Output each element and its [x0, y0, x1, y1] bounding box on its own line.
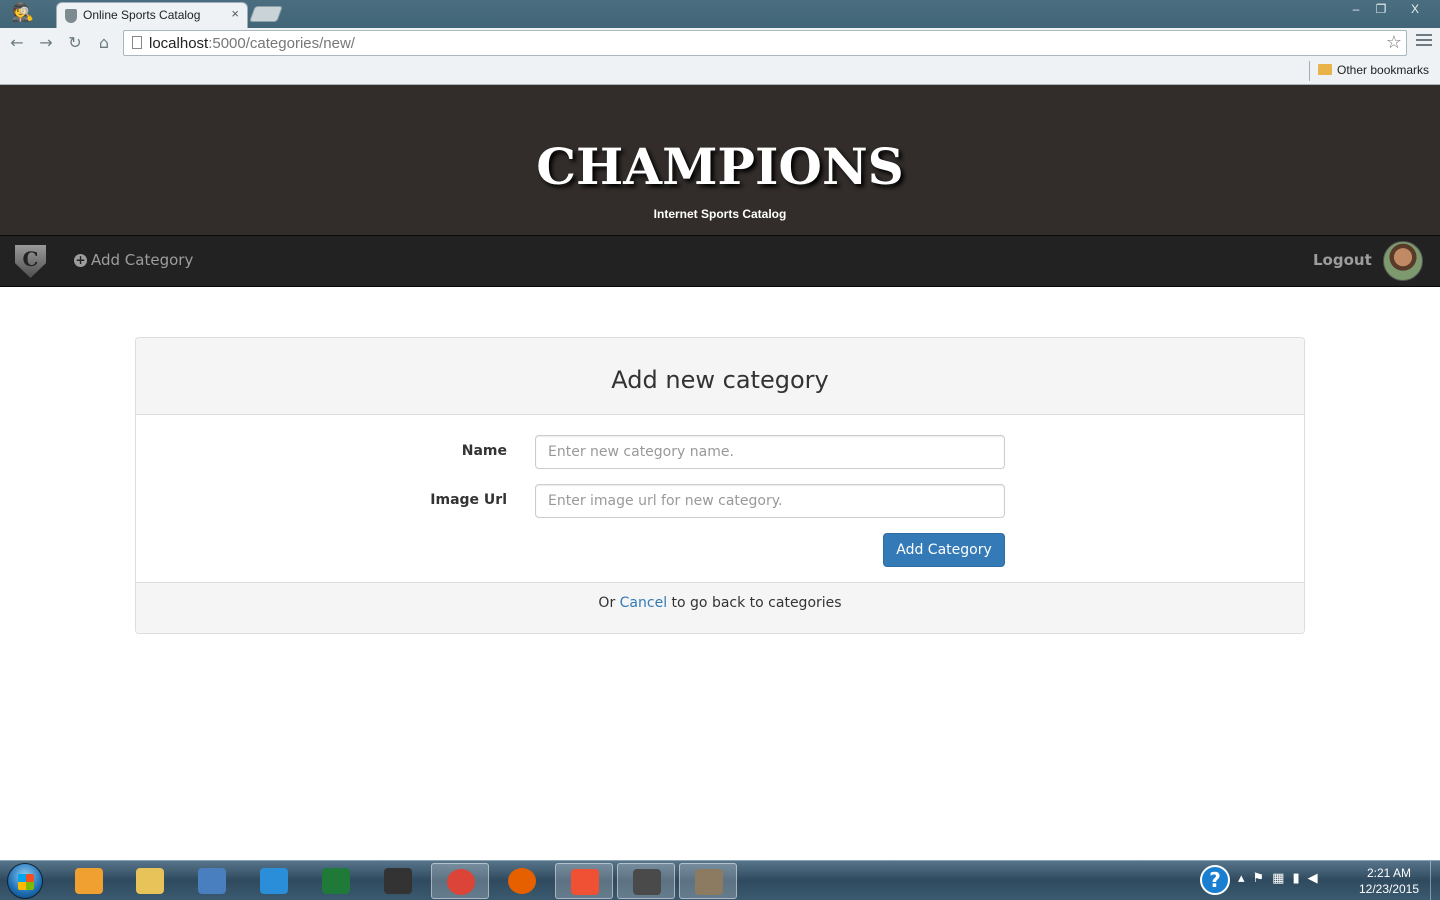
name-form-row: Name [136, 435, 1306, 469]
restore-button[interactable]: ❐ [1369, 0, 1393, 20]
taskbar-sublime-text-button[interactable] [617, 863, 675, 899]
address-bar[interactable]: localhost:5000/categories/new/ ☆ [123, 30, 1407, 56]
terminal-app-icon [322, 868, 350, 894]
other-bookmarks-label: Other bookmarks [1337, 63, 1430, 77]
page-title: Add new category [611, 366, 829, 394]
cancel-link[interactable]: Cancel [620, 595, 667, 611]
taskbar-media-player-button[interactable] [60, 863, 118, 899]
taskbar-chrome-button[interactable] [431, 863, 489, 899]
taskbar-file-explorer-button[interactable] [121, 863, 179, 899]
back-arrow-icon[interactable]: ← [6, 32, 28, 54]
taskbar-git-button[interactable] [555, 863, 613, 899]
firefox-icon [508, 868, 536, 894]
add-category-button[interactable]: Add Category [883, 533, 1005, 567]
taskbar-firefox-button[interactable] [493, 863, 551, 899]
forward-arrow-icon[interactable]: → [35, 32, 57, 54]
user-avatar[interactable] [1383, 241, 1423, 281]
tab-title: Online Sports Catalog [83, 8, 201, 22]
git-icon [571, 869, 599, 895]
name-label: Name [461, 443, 507, 459]
url-path: :5000/categories/new/ [208, 35, 355, 52]
other-bookmarks[interactable]: Other bookmarks [1318, 63, 1429, 77]
sublime-text-icon [633, 869, 661, 895]
taskbar-network-app-button[interactable] [245, 863, 303, 899]
url-host: localhost [149, 35, 209, 52]
printer-app-icon [384, 868, 412, 894]
file-explorer-icon [136, 868, 164, 894]
browser-toolbar: ← → ↻ ⌂ localhost:5000/categories/new/ ☆ [0, 28, 1440, 58]
close-window-button[interactable]: X [1402, 0, 1428, 20]
new-tab-button[interactable] [249, 6, 283, 22]
footer-suffix: to go back to categories [667, 595, 842, 611]
page-icon [132, 36, 142, 49]
image-url-form-row: Image Url [136, 484, 1306, 518]
system-clock[interactable]: 2:21 AM 12/23/2015 [1354, 865, 1424, 897]
show-desktop-button[interactable] [1430, 861, 1440, 900]
bookmarks-bar: Other bookmarks [0, 58, 1440, 85]
site-tagline: Internet Sports Catalog [653, 207, 787, 221]
site-brand: CHAMPIONS [536, 137, 904, 196]
panel-footer: Or Cancel to go back to categories [136, 582, 1304, 633]
python-file-icon [198, 868, 226, 894]
plus-circle-icon: + [74, 253, 87, 267]
url-text: localhost:5000/categories/new/ [149, 35, 355, 52]
taskbar-gimp-button[interactable] [679, 863, 737, 899]
minimize-button[interactable]: – [1344, 0, 1368, 20]
bookmark-star-icon[interactable]: ☆ [1386, 32, 1402, 53]
site-favicon-icon [65, 9, 77, 23]
reload-icon[interactable]: ↻ [64, 32, 86, 54]
tab-strip: 🕵 Online Sports Catalog × – ❐ X [0, 0, 1440, 28]
nav-add-category-link[interactable]: + Add Category [74, 251, 193, 269]
home-icon[interactable]: ⌂ [93, 32, 115, 54]
shield-logo-icon[interactable]: C [15, 245, 46, 278]
taskbar-python-file-button[interactable] [183, 863, 241, 899]
clock-time: 2:21 AM [1366, 866, 1412, 880]
add-category-panel: Add new category Name Image Url Add Cate… [135, 337, 1305, 634]
network-app-icon [260, 868, 288, 894]
panel-heading: Add new category [136, 338, 1304, 415]
incognito-icon: 🕵 [11, 2, 35, 23]
site-navbar: C + Add Category Logout [0, 235, 1440, 287]
logout-link[interactable]: Logout [1313, 251, 1372, 269]
tab-close-icon[interactable]: × [231, 6, 239, 21]
bookmarks-separator [1309, 61, 1310, 81]
gimp-icon [695, 869, 723, 895]
windows-taskbar: ? ▴⚑▦▮◀ 2:21 AM 12/23/2015 [0, 860, 1440, 900]
help-icon[interactable]: ? [1200, 865, 1230, 895]
browser-window-frame: 🕵 Online Sports Catalog × – ❐ X ← → ↻ ⌂ … [0, 0, 1440, 85]
folder-icon [1318, 64, 1332, 75]
media-player-icon [75, 868, 103, 894]
taskbar-printer-app-button[interactable] [369, 863, 427, 899]
footer-prefix: Or [598, 595, 620, 611]
browser-tab[interactable]: Online Sports Catalog × [56, 2, 248, 28]
image-url-label: Image Url [430, 492, 507, 508]
browser-menu-icon[interactable] [1416, 34, 1432, 50]
image-url-input[interactable] [535, 484, 1005, 518]
name-input[interactable] [535, 435, 1005, 469]
system-tray-icons[interactable]: ▴⚑▦▮◀ [1238, 871, 1326, 886]
start-button[interactable] [7, 863, 43, 899]
site-header: CHAMPIONS Internet Sports Catalog [0, 85, 1440, 235]
taskbar-terminal-app-button[interactable] [307, 863, 365, 899]
nav-add-category-label: Add Category [91, 251, 194, 269]
chrome-icon [447, 869, 475, 895]
clock-date: 12/23/2015 [1358, 882, 1420, 896]
